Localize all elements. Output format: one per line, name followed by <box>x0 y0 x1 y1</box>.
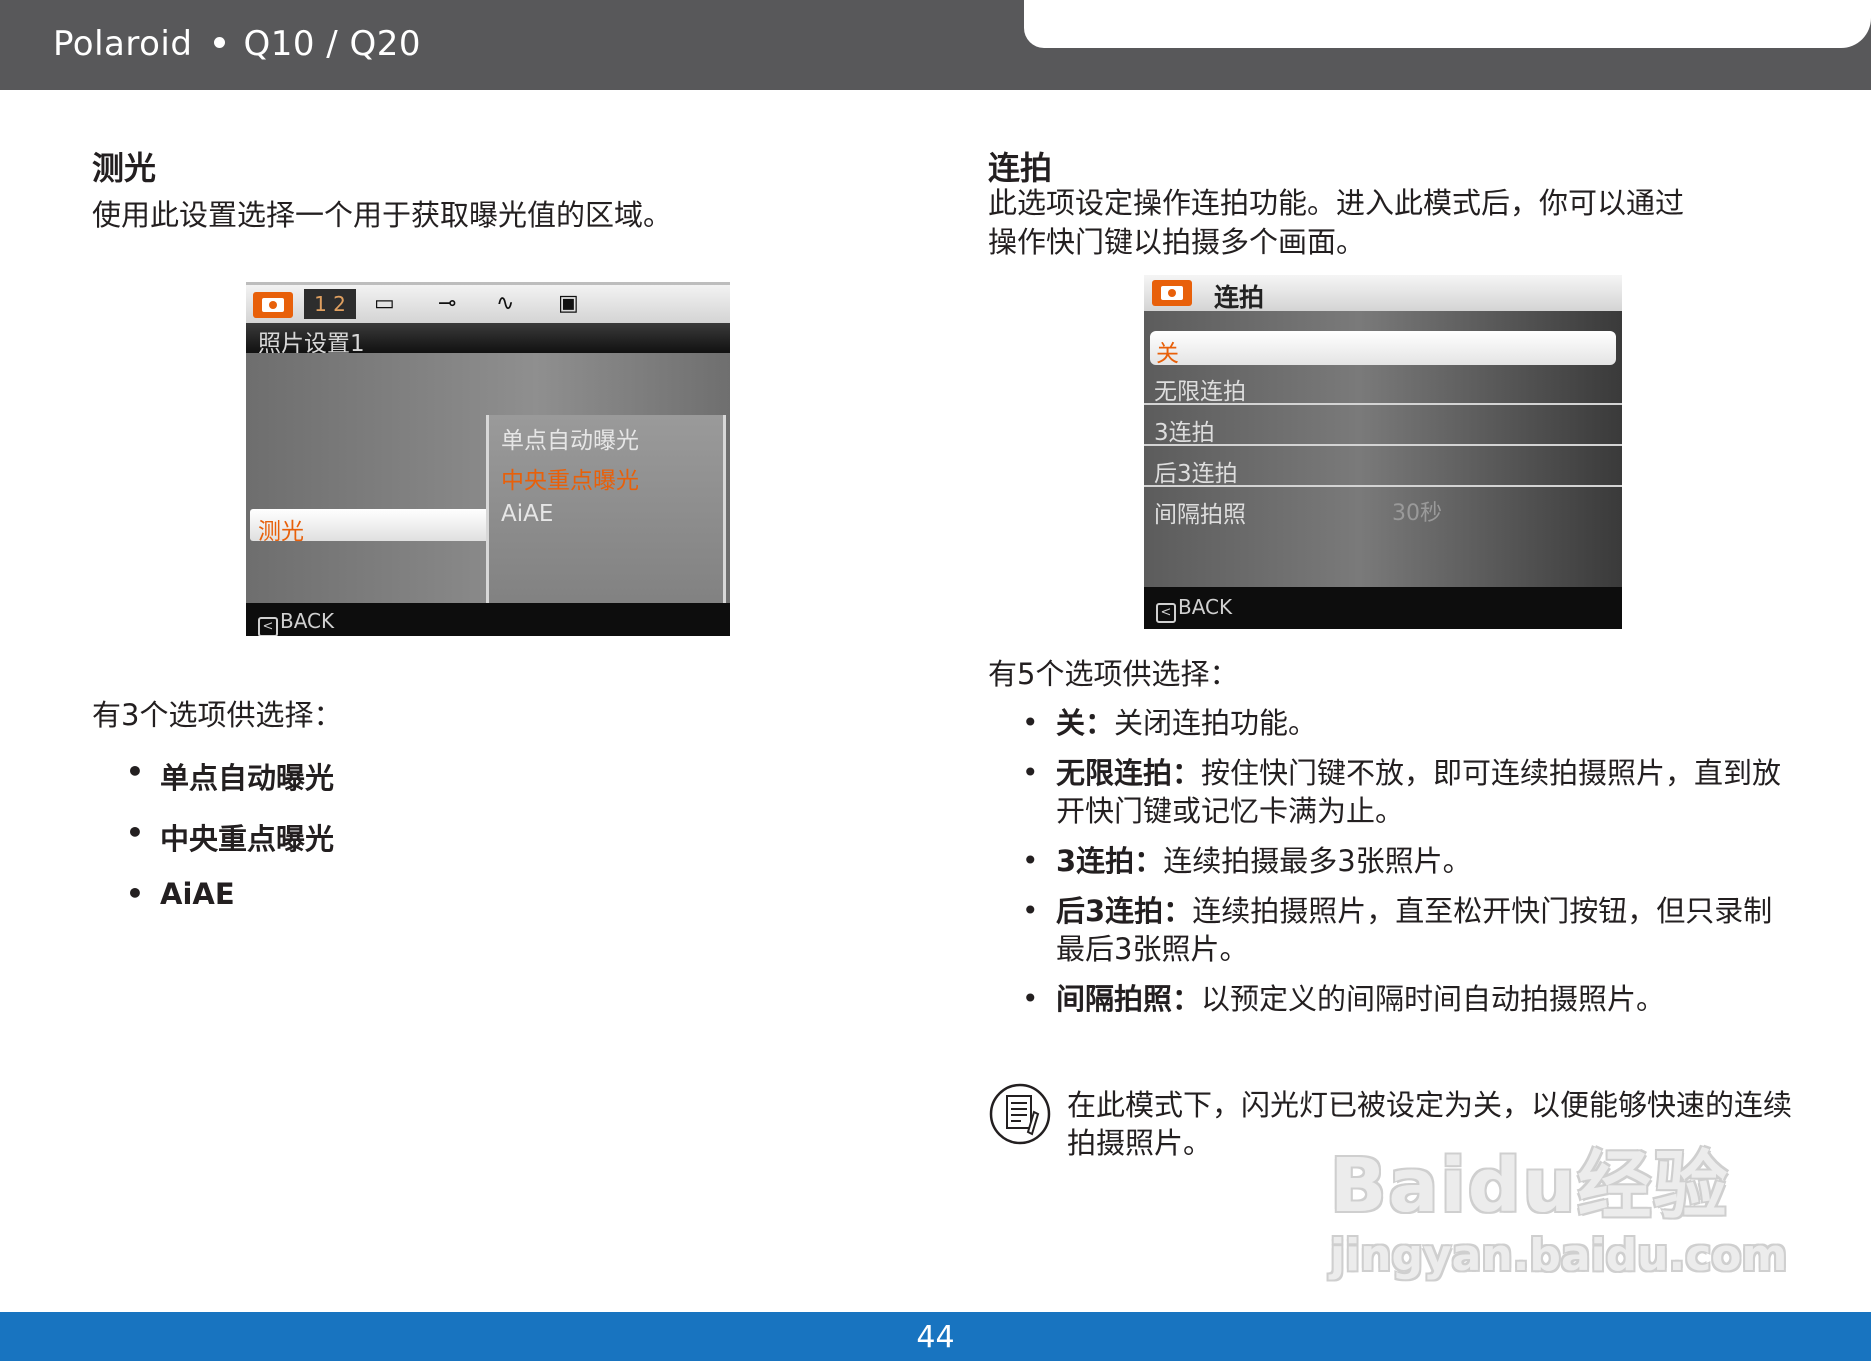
list-item: 间隔拍照：以预定义的间隔时间自动拍摄照片。 <box>1022 980 1801 1018</box>
page-header: Polaroid Q10 / Q20 <box>0 0 1871 90</box>
burst-count-text: 有5个选项供选择： <box>988 657 1239 691</box>
menu-item-unlimited[interactable]: 无限连拍 <box>1144 367 1622 405</box>
metering-options-list: 单点自动曝光 中央重点曝光 AiAE <box>126 755 334 938</box>
screen-title-bar: 连拍 <box>1144 275 1622 312</box>
menu-item-interval[interactable]: 间隔拍照 30秒 <box>1144 490 1622 528</box>
page-number: 44 <box>916 1320 955 1355</box>
option-spot[interactable]: 单点自动曝光 <box>501 421 639 455</box>
list-item-term: 后3连拍： <box>1056 894 1193 928</box>
menu-item-last-3-burst[interactable]: 后3连拍 <box>1144 449 1622 487</box>
menu-item-value: 30秒 <box>1392 501 1442 526</box>
screen-footer: < BACK <box>1144 587 1622 629</box>
key-icon: ⊸ <box>438 291 457 316</box>
back-button[interactable]: < BACK <box>1156 595 1232 623</box>
list-item-term: 关： <box>1056 706 1115 740</box>
menu-item-off[interactable]: 关 <box>1150 331 1616 367</box>
metering-title: 测光 <box>92 149 157 187</box>
menu-item-label: 测光 <box>258 519 304 545</box>
list-item: 3连拍：连续拍摄最多3张照片。 <box>1022 842 1801 880</box>
watermark: Baidu经验 jingyan.baidu.com <box>1326 1126 1787 1298</box>
watermark-logo: Baidu经验 <box>1330 1143 1730 1229</box>
metering-screen: 1 2 ▭ ⊸ ∿ ▣ 照片设置1 测光 单点自动曝光 中央重点曝光 AiAE … <box>246 282 730 636</box>
back-label: BACK <box>1178 595 1233 619</box>
movie-icon: ▭ <box>374 291 395 316</box>
screen-body: 测光 单点自动曝光 中央重点曝光 AiAE <box>246 353 730 636</box>
list-item: 关：关闭连拍功能。 <box>1022 704 1801 742</box>
list-item-term: 间隔拍照： <box>1056 982 1202 1016</box>
list-item-term: 3连拍： <box>1056 844 1164 878</box>
screen-body: 关 无限连拍 3连拍 后3连拍 间隔拍照 30秒 <box>1144 311 1622 587</box>
menu-item-3-burst[interactable]: 3连拍 <box>1144 408 1622 446</box>
list-item: 单点自动曝光 <box>126 755 334 816</box>
setup-icon: ▣ <box>558 291 579 316</box>
metering-description: 使用此设置选择一个用于获取曝光值的区域。 <box>92 198 673 232</box>
menu-item-metering[interactable]: 测光 <box>250 509 486 545</box>
camera-icon <box>253 292 293 318</box>
menu-item-label: 3连拍 <box>1154 420 1215 446</box>
header-tab-shape <box>1024 0 1871 48</box>
page-tab-numbers: 1 2 <box>304 289 356 319</box>
model-name: Q10 / Q20 <box>243 24 422 64</box>
menu-item-label: 无限连拍 <box>1154 379 1246 405</box>
menu-item-label: 后3连拍 <box>1154 461 1238 487</box>
list-item: 中央重点曝光 <box>126 816 334 877</box>
burst-description-line1: 此选项设定操作连拍功能。进入此模式后，你可以通过 <box>988 186 1685 220</box>
list-item-text: 连续拍摄最多3张照片。 <box>1163 844 1472 878</box>
burst-screen: 连拍 关 无限连拍 3连拍 后3连拍 间隔拍照 30秒 < BACK <box>1144 275 1622 629</box>
list-item-term: 无限连拍： <box>1056 756 1202 790</box>
menu-item-label: 间隔拍照 <box>1154 502 1246 528</box>
option-center[interactable]: 中央重点曝光 <box>501 461 639 495</box>
bullet-dot-icon <box>214 37 226 48</box>
list-item: 后3连拍：连续拍摄照片，直至松开快门按钮，但只录制最后3张照片。 <box>1022 892 1801 968</box>
wave-icon: ∿ <box>496 291 515 316</box>
option-aiae[interactable]: AiAE <box>501 501 553 527</box>
list-item: AiAE <box>126 877 334 938</box>
list-item: 无限连拍：按住快门键不放，即可连续拍摄照片，直到放开快门键或记忆卡满为止。 <box>1022 754 1801 830</box>
back-label: BACK <box>280 609 335 633</box>
page-footer: 44 <box>0 1312 1871 1361</box>
menu-item-label: 关 <box>1156 341 1179 367</box>
screen-tab-bar: 1 2 ▭ ⊸ ∿ ▣ <box>246 285 730 323</box>
screen-title-bar: 照片设置1 <box>246 323 730 357</box>
burst-title: 连拍 <box>988 149 1053 187</box>
back-arrow-icon: < <box>258 617 278 636</box>
back-button[interactable]: < BACK <box>258 609 334 636</box>
burst-options-list: 关：关闭连拍功能。 无限连拍：按住快门键不放，即可连续拍摄照片，直到放开快门键或… <box>1022 704 1801 1030</box>
watermark-url: jingyan.baidu.com <box>1330 1230 1788 1281</box>
list-item-text: 关闭连拍功能。 <box>1114 706 1318 740</box>
back-arrow-icon: < <box>1156 603 1176 623</box>
burst-description-line2: 操作快门键以拍摄多个画面。 <box>988 225 1366 259</box>
metering-count-text: 有3个选项供选择： <box>92 698 343 732</box>
screen-title: 连拍 <box>1214 283 1265 312</box>
note-icon <box>989 1083 1051 1145</box>
brand-name: Polaroid <box>53 24 193 64</box>
brand-title: Polaroid Q10 / Q20 <box>53 24 421 64</box>
list-item-text: 以预定义的间隔时间自动拍摄照片。 <box>1201 982 1666 1016</box>
screen-footer: < BACK <box>246 603 730 636</box>
camera-icon <box>1152 280 1192 306</box>
